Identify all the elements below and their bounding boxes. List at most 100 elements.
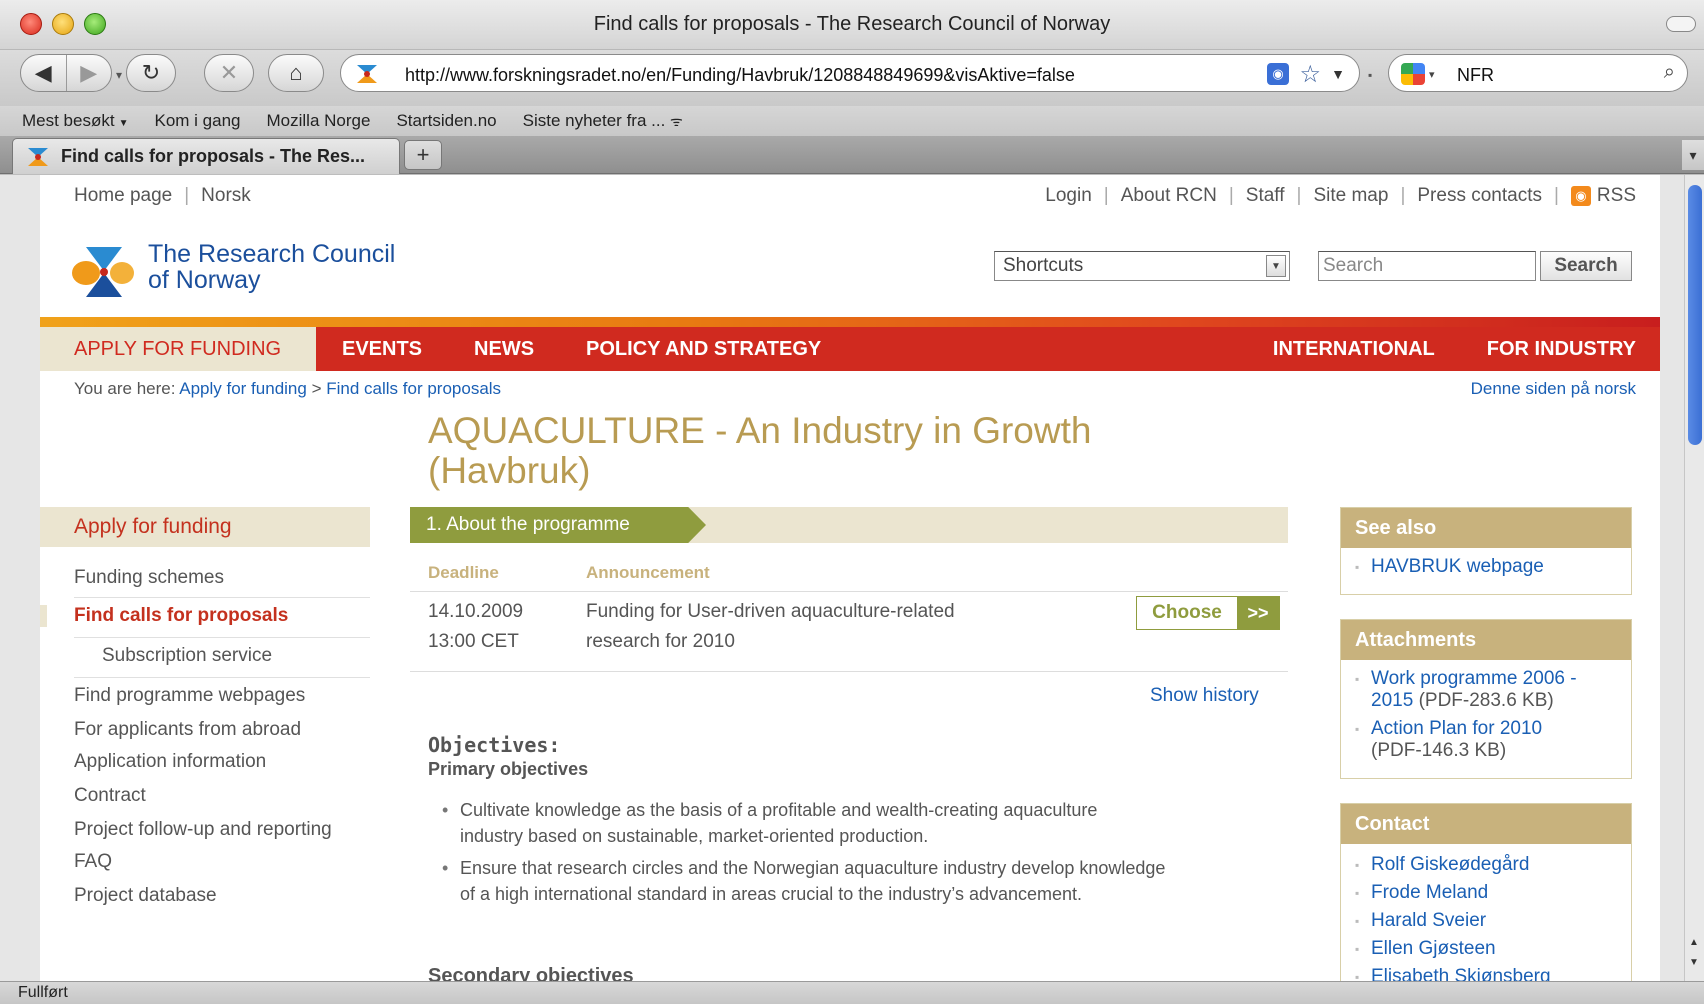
home-page-link[interactable]: Home page xyxy=(74,185,172,207)
chevron-down-icon[interactable]: ▼ xyxy=(1266,255,1286,277)
contact-link[interactable]: Frode Meland xyxy=(1341,882,1631,904)
rss-link[interactable]: RSS xyxy=(1597,185,1636,207)
bookmark-item[interactable]: Mest besøkt ▼ xyxy=(22,111,129,131)
objectives-heading: Objectives: xyxy=(428,733,561,757)
browser-search-bar[interactable]: ▾ NFR ⌕ xyxy=(1388,54,1688,92)
vertical-scrollbar[interactable]: ▲ ▼ xyxy=(1684,175,1704,981)
deadline-column-header: Deadline xyxy=(428,563,499,582)
search-engine-dropdown-icon[interactable]: ▾ xyxy=(1429,68,1435,81)
attachment-2-size: (PDF-146.3 KB) xyxy=(1371,740,1507,761)
deadline-cell: 14.10.2009 13:00 CET xyxy=(428,597,523,657)
site-search-input[interactable]: Search xyxy=(1318,251,1536,281)
separator: | xyxy=(1553,185,1559,206)
search-engine-icon[interactable] xyxy=(1401,63,1425,85)
tab-find-calls[interactable]: Find calls for proposals - The Res... xyxy=(12,138,400,174)
address-bar[interactable]: http://www.forskningsradet.no/en/Funding… xyxy=(340,54,1360,92)
nav-apply-for-funding[interactable]: APPLY FOR FUNDING xyxy=(40,327,316,371)
search-button[interactable]: Search xyxy=(1540,251,1632,281)
new-tab-button[interactable]: + xyxy=(404,140,442,170)
status-bar: Fullført xyxy=(0,981,1704,1004)
rcn-logo-text[interactable]: The Research Council of Norway xyxy=(148,241,395,293)
login-link[interactable]: Login xyxy=(1045,185,1092,207)
breadcrumb-find-calls[interactable]: Find calls for proposals xyxy=(326,379,501,398)
scroll-up-arrow-icon[interactable]: ▲ xyxy=(1689,937,1699,948)
nav-for-industry[interactable]: FOR INDUSTRY xyxy=(1461,327,1660,371)
nav-policy-and-strategy[interactable]: POLICY AND STRATEGY xyxy=(560,327,847,371)
sidebar-item-find-calls[interactable]: Find calls for proposals xyxy=(40,605,370,627)
attachment-1-title-line-1: Work programme 2006 - xyxy=(1371,668,1577,689)
sidebar-item-programme-webpages[interactable]: Find programme webpages xyxy=(40,685,370,707)
window-titlebar: Find calls for proposals - The Research … xyxy=(0,0,1704,50)
bookmark-star-icon[interactable]: ☆ xyxy=(1299,60,1321,89)
contact-link[interactable]: Ellen Gjøsteen xyxy=(1341,938,1631,960)
sidebar-item-contract[interactable]: Contract xyxy=(40,785,370,807)
sidebar-item-application-information[interactable]: Application information xyxy=(40,751,370,773)
home-icon: ⌂ xyxy=(289,60,303,85)
scrollbar-thumb[interactable] xyxy=(1688,185,1702,445)
bookmarks-toolbar: Mest besøkt ▼ Kom i gang Mozilla Norge St… xyxy=(0,106,1704,136)
choose-button[interactable]: Choose >> xyxy=(1136,596,1280,630)
web-page: Home page | Norsk Login | About RCN | St… xyxy=(40,175,1660,981)
show-history-link[interactable]: Show history xyxy=(1150,685,1259,707)
sidebar-item-faq[interactable]: FAQ xyxy=(40,851,370,873)
bookmark-item[interactable]: Startsiden.no xyxy=(396,111,496,131)
see-also-heading: See also xyxy=(1341,508,1631,548)
scroll-down-arrow-icon[interactable]: ▼ xyxy=(1689,957,1699,968)
step-about-programme[interactable]: 1. About the programme xyxy=(410,507,706,543)
home-button[interactable]: ⌂ xyxy=(268,54,324,92)
sidebar-item-subscription-service[interactable]: Subscription service xyxy=(40,645,370,667)
attachments-heading: Attachments xyxy=(1341,620,1631,660)
forward-arrow-icon[interactable]: ▶ xyxy=(65,55,112,91)
norwegian-version-link[interactable]: Denne siden på norsk xyxy=(1471,379,1636,399)
step-progress-bar: 1. About the programme xyxy=(410,507,1288,543)
attachment-1-title-line-2: 2015 xyxy=(1371,690,1414,711)
nav-international[interactable]: INTERNATIONAL xyxy=(1247,327,1461,371)
tab-list-button[interactable]: ▾ xyxy=(1682,140,1704,170)
breadcrumb: You are here: Apply for funding > Find c… xyxy=(74,379,501,399)
contact-link[interactable]: Elisabeth Skjønsberg xyxy=(1341,966,1631,981)
nav-news[interactable]: NEWS xyxy=(448,327,560,371)
sidebar-item-project-follow-up[interactable]: Project follow-up and reporting xyxy=(40,819,370,841)
bookmark-item[interactable]: Mozilla Norge xyxy=(267,111,371,131)
nav-events[interactable]: EVENTS xyxy=(316,327,448,371)
sidebar-item-applicants-abroad[interactable]: For applicants from abroad xyxy=(40,719,370,741)
sidebar-divider xyxy=(74,637,370,638)
bookmark-item[interactable]: Kom i gang xyxy=(155,111,241,131)
contact-link[interactable]: Rolf Giskeødegård xyxy=(1341,854,1631,876)
stop-button[interactable]: ✕ xyxy=(204,54,254,92)
attachment-work-programme[interactable]: Work programme 2006 - 2015 (PDF-283.6 KB… xyxy=(1341,668,1631,712)
utility-links-left: Home page | Norsk xyxy=(74,185,251,207)
norsk-link[interactable]: Norsk xyxy=(201,185,251,207)
feed-icon[interactable]: ◉ xyxy=(1267,63,1289,85)
rcn-logo-icon[interactable] xyxy=(72,243,136,301)
about-rcn-link[interactable]: About RCN xyxy=(1121,185,1217,207)
separator: | xyxy=(1400,185,1406,206)
search-icon[interactable]: ⌕ xyxy=(1664,61,1675,84)
press-contacts-link[interactable]: Press contacts xyxy=(1417,185,1542,207)
reload-button[interactable]: ↻ xyxy=(126,54,176,92)
url-dropdown-icon[interactable]: ▼ xyxy=(1331,66,1345,82)
sidebar-heading[interactable]: Apply for funding xyxy=(40,507,370,547)
staff-link[interactable]: Staff xyxy=(1246,185,1285,207)
bullet-1-line-2: industry based on sustainable, market-or… xyxy=(460,826,929,846)
browser-search-text: NFR xyxy=(1457,65,1494,85)
breadcrumb-apply-for-funding[interactable]: Apply for funding xyxy=(179,379,307,398)
contact-heading: Contact xyxy=(1341,804,1631,844)
shortcuts-select[interactable]: Shortcuts ▼ xyxy=(994,251,1290,281)
back-arrow-icon[interactable]: ◀ xyxy=(21,55,66,91)
attachment-action-plan[interactable]: Action Plan for 2010 (PDF-146.3 KB) xyxy=(1341,718,1631,762)
announcement-line-2: research for 2010 xyxy=(586,631,735,652)
contact-link[interactable]: Harald Sveier xyxy=(1341,910,1631,932)
toolbar-toggle-button[interactable] xyxy=(1666,16,1696,32)
utility-links-right: Login | About RCN | Staff | Site map | P… xyxy=(1045,185,1636,207)
deadline-time: 13:00 CET xyxy=(428,631,519,652)
havbruk-webpage-link[interactable]: HAVBRUK webpage xyxy=(1341,556,1631,578)
breadcrumb-prefix: You are here: xyxy=(74,379,176,398)
sidebar-item-funding-schemes[interactable]: Funding schemes xyxy=(40,567,370,589)
site-map-link[interactable]: Site map xyxy=(1313,185,1388,207)
separator: | xyxy=(1103,185,1109,206)
sidebar-item-project-database[interactable]: Project database xyxy=(40,885,370,907)
bookmark-item[interactable]: Siste nyheter fra ... ᯤ xyxy=(523,111,683,131)
history-dropdown-icon[interactable]: ▾ xyxy=(116,68,122,82)
rss-icon[interactable]: ◉ xyxy=(1570,186,1591,206)
